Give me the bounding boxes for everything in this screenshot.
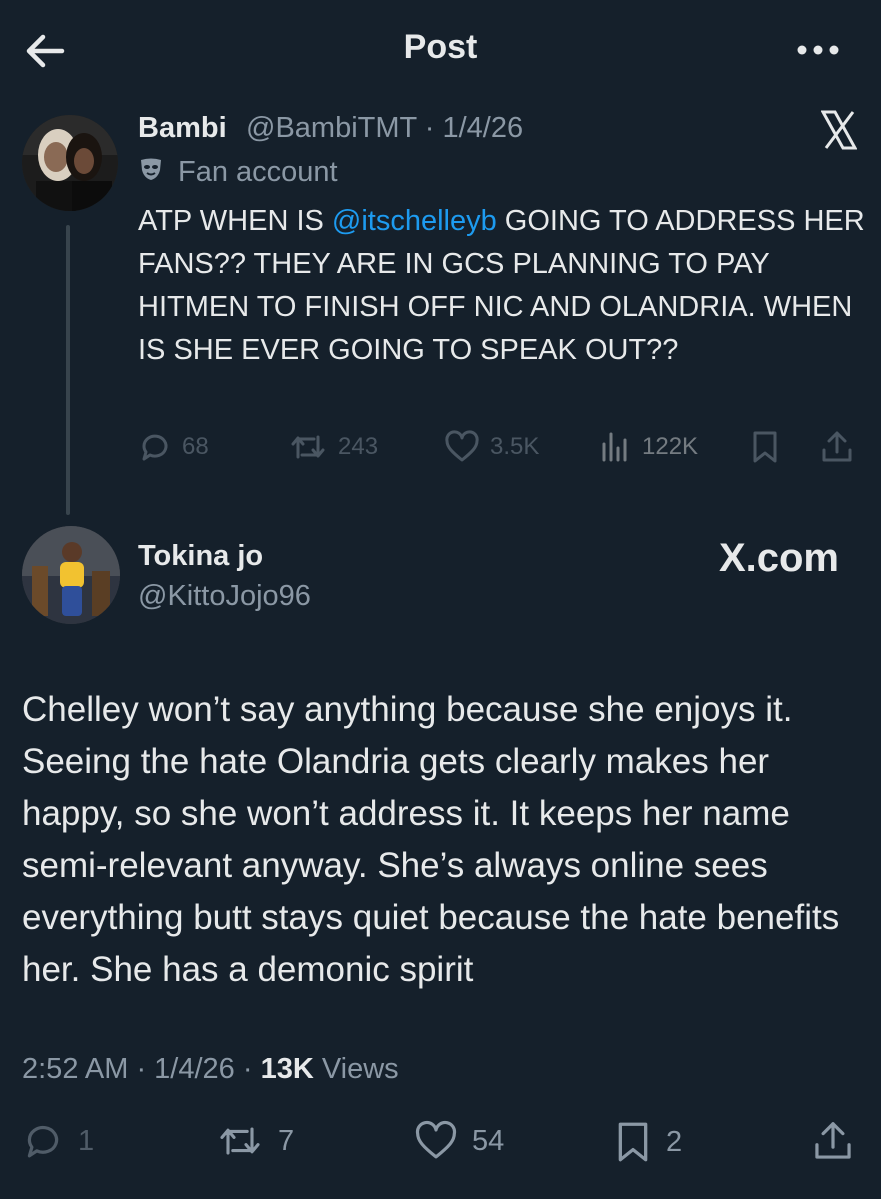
quoted-post-text: ATP WHEN IS @itschelleyb GOING TO ADDRES… [138,205,865,366]
quoted-views[interactable]: 122K [598,430,698,464]
quoted-like-button[interactable]: 3.5K [444,430,539,464]
author-display-name[interactable]: Bambi [138,112,227,145]
post-actions-bar: 1 7 54 2 [0,1120,881,1170]
avatar[interactable] [22,526,120,624]
share-button[interactable] [812,1120,868,1162]
account-label: Fan account [138,156,338,190]
bookmark-button[interactable]: 2 [614,1120,682,1164]
quoted-share-button[interactable] [820,430,864,464]
mask-icon [138,156,164,190]
quoted-bookmark-button[interactable] [750,430,790,464]
reply-author-display-name[interactable]: Tokina jo [138,540,263,573]
share-icon [815,1122,851,1159]
x-logo-icon [820,110,858,150]
post-timestamp-and-views: 2:52 AM · 1/4/26 · 13K Views [22,1053,399,1085]
quoted-repost-button[interactable]: 243 [288,430,378,464]
profile-photo [22,115,118,211]
author-handle-and-date[interactable]: @BambiTMT · 1/4/26 [246,112,523,145]
reply-button[interactable]: 1 [22,1120,94,1162]
quoted-post-actions: 68 243 3.5K 122K [138,430,858,470]
top-bar: Post [0,0,881,100]
like-button[interactable]: 54 [414,1120,504,1162]
heart-icon [445,430,479,462]
repost-button[interactable]: 7 [216,1120,294,1162]
page-title: Post [403,28,478,66]
more-horizontal-icon [797,45,839,55]
x-com-watermark: X.com [718,536,839,580]
more-options-button[interactable] [795,40,841,60]
quoted-reply-button[interactable]: 68 [138,430,209,464]
profile-photo [22,526,120,624]
heart-icon [415,1120,457,1159]
post-body-text: Chelley won’t say anything because she e… [22,690,840,989]
repost-icon [220,1127,260,1155]
reply-author-handle[interactable]: @KittoJojo96 [138,580,311,613]
bookmark-icon [618,1122,648,1162]
repost-icon [291,435,325,459]
fan-account-label: Fan account [178,156,338,188]
avatar[interactable] [22,115,118,211]
bookmark-icon [753,431,777,463]
bar-chart-icon [602,432,627,462]
reply-icon [142,434,168,461]
share-icon [822,431,852,462]
mention-link[interactable]: @itschelleyb [332,205,497,237]
thread-connector-line [66,225,70,515]
reply-icon [27,1125,59,1158]
